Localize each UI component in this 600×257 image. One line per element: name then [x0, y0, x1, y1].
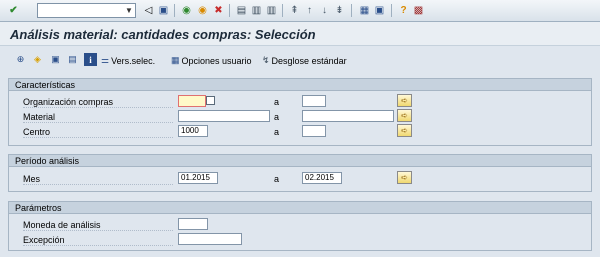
- chevron-down-icon[interactable]: ▼: [124, 5, 134, 16]
- organizacion-compras-to-input[interactable]: [302, 95, 326, 107]
- save-icon[interactable]: ▣: [156, 3, 171, 18]
- label-underline: [23, 111, 173, 123]
- breakdown-icon: ↯: [262, 55, 270, 65]
- next-page-icon[interactable]: ↓: [317, 3, 332, 18]
- label-underline: [23, 173, 173, 185]
- title-bar: Análisis material: cantidades compras: S…: [0, 22, 600, 46]
- organizacion-compras-from-input[interactable]: [178, 95, 206, 107]
- print-icon[interactable]: ▤: [234, 3, 249, 18]
- opciones-usuario-button[interactable]: ▦ Opciones usuario: [171, 54, 252, 67]
- save-variant-icon[interactable]: ▣: [49, 53, 62, 66]
- mes-from-input[interactable]: 01.2015: [178, 172, 218, 184]
- group-heading: Período análisis: [9, 155, 591, 167]
- group-heading: Parámetros: [9, 202, 591, 214]
- vers-selec-button[interactable]: ⚌ Vers.selec.: [101, 54, 155, 67]
- prev-page-icon[interactable]: ↑: [302, 3, 317, 18]
- group-parametros: Parámetros Moneda de análisis Excepción: [8, 201, 592, 251]
- variant-icon[interactable]: ◈: [31, 53, 44, 66]
- separator: [391, 4, 392, 17]
- label-to: a: [274, 127, 280, 137]
- table-icon: ▦: [171, 55, 180, 65]
- label-underline: [23, 234, 173, 246]
- label-to: a: [274, 97, 280, 107]
- system-toolbar: ✔ ▼ ◁ ▣ ◉ ◉ ✖ ▤ ▥ ▥ ⇞ ↑ ↓ ⇟ ▦ ▣ ? ▩: [0, 0, 600, 22]
- desglose-estandar-label: Desglose estándar: [271, 55, 347, 66]
- multiple-selection-icon[interactable]: ➪: [397, 171, 412, 184]
- centro-from-input[interactable]: 1000: [178, 125, 208, 137]
- info-icon[interactable]: i: [84, 53, 97, 66]
- desglose-estandar-button[interactable]: ↯ Desglose estándar: [262, 54, 347, 67]
- exit-icon[interactable]: ◉: [195, 3, 210, 18]
- mes-to-input[interactable]: 02.2015: [302, 172, 342, 184]
- label-to: a: [274, 174, 280, 184]
- label-underline: [23, 126, 173, 138]
- label-underline: [23, 96, 173, 108]
- execute-icon[interactable]: ⊕: [14, 53, 27, 66]
- separator: [351, 4, 352, 17]
- search-help-icon[interactable]: [206, 96, 215, 105]
- back-icon[interactable]: ◉: [179, 3, 194, 18]
- separator: [174, 4, 175, 17]
- first-page-icon[interactable]: ⇞: [287, 3, 302, 18]
- page-title: Análisis material: cantidades compras: S…: [10, 27, 316, 42]
- shortcut-icon[interactable]: ▣: [372, 3, 387, 18]
- selection-options-icon[interactable]: ▤: [66, 53, 79, 66]
- material-to-input[interactable]: [302, 110, 394, 122]
- find-icon[interactable]: ▥: [249, 3, 264, 18]
- group-periodo-analisis: Período análisis Mes 01.2015 a 02.2015 ➪: [8, 154, 592, 192]
- help-icon[interactable]: ?: [396, 3, 411, 18]
- version-icon: ⚌: [101, 55, 110, 65]
- cancel-icon[interactable]: ✖: [211, 3, 226, 18]
- multiple-selection-icon[interactable]: ➪: [397, 94, 412, 107]
- centro-to-input[interactable]: [302, 125, 326, 137]
- application-toolbar: ⊕ ◈ ▣ ▤ i ⚌ Vers.selec. ▦ Opciones usuar…: [0, 49, 600, 71]
- label-to: a: [274, 112, 280, 122]
- separator: [229, 4, 230, 17]
- excepcion-input[interactable]: [178, 233, 242, 245]
- group-heading: Características: [9, 79, 591, 91]
- customize-icon[interactable]: ▩: [411, 3, 426, 18]
- label-underline: [23, 219, 173, 231]
- last-page-icon[interactable]: ⇟: [332, 3, 347, 18]
- material-from-input[interactable]: [178, 110, 270, 122]
- vers-selec-label: Vers.selec.: [111, 55, 156, 66]
- opciones-usuario-label: Opciones usuario: [181, 55, 252, 66]
- group-caracteristicas: Características Organización compras a ➪…: [8, 78, 592, 146]
- enter-icon[interactable]: ✔: [6, 3, 21, 18]
- find-next-icon[interactable]: ▥: [264, 3, 279, 18]
- command-field[interactable]: ▼: [37, 3, 136, 18]
- new-session-icon[interactable]: ▦: [357, 3, 372, 18]
- back-arrow-icon[interactable]: ◁: [141, 3, 156, 18]
- separator: [282, 4, 283, 17]
- multiple-selection-icon[interactable]: ➪: [397, 109, 412, 122]
- moneda-de-analisis-input[interactable]: [178, 218, 208, 230]
- multiple-selection-icon[interactable]: ➪: [397, 124, 412, 137]
